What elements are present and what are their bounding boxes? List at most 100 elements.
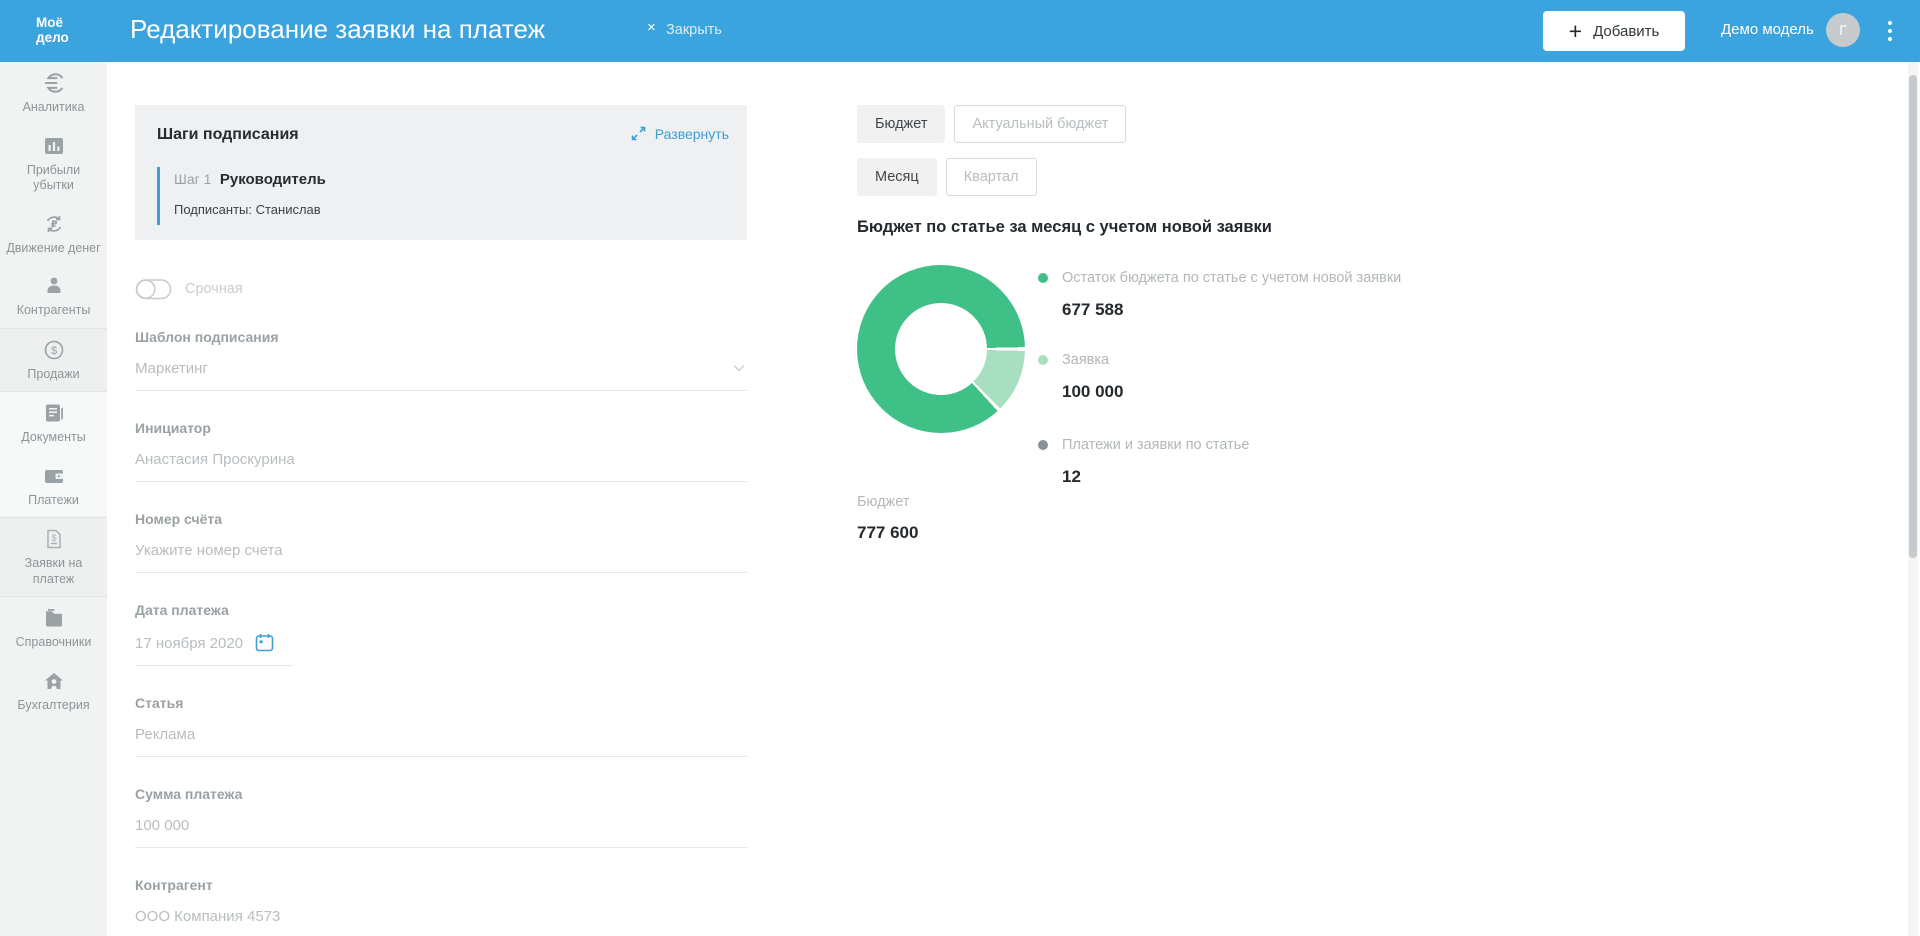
page-title: Редактирование заявки на платеж: [130, 14, 545, 45]
svg-text:₽: ₽: [50, 219, 57, 230]
tab-quarter[interactable]: Квартал: [946, 158, 1037, 196]
expand-label: Развернуть: [655, 126, 729, 142]
tab-month[interactable]: Месяц: [857, 158, 937, 196]
budget-type-tabs: Бюджет Актуальный бюджет: [857, 105, 1126, 143]
field-invoice-number: Номер счёта Укажите номер счета: [135, 511, 747, 573]
close-button[interactable]: Закрыть: [666, 22, 722, 38]
field-payment-amount: Сумма платежа 100 000: [135, 786, 747, 848]
field-signing-template: Шаблон подписания Маркетинг: [135, 329, 747, 391]
sidebar-label: Аналитика: [23, 100, 85, 116]
sidebar-item-profit-loss[interactable]: Прибыли убытки: [0, 125, 107, 203]
field-payment-date: Дата платежа 17 ноября 2020: [135, 602, 747, 666]
field-initiator: Инициатор Анастасия Проскурина: [135, 420, 747, 482]
field-label: Инициатор: [135, 420, 747, 436]
chart-title: Бюджет по статье за месяц с учетом новой…: [857, 218, 1272, 237]
field-label: Статья: [135, 695, 747, 711]
accounting-icon: [42, 669, 66, 693]
budget-total-value: 777 600: [857, 523, 918, 543]
sidebar: Аналитика Прибыли убытки ₽ Движение дене…: [0, 62, 107, 936]
sidebar-label: Документы: [21, 430, 85, 446]
close-icon[interactable]: ×: [647, 19, 656, 36]
sidebar-label: Справочники: [16, 635, 92, 651]
sidebar-item-payment-requests[interactable]: $ Заявки на платеж: [0, 517, 107, 597]
analytics-icon: [42, 71, 66, 95]
field-value-text: 100 000: [135, 817, 189, 834]
directories-icon: [42, 606, 66, 630]
sidebar-item-documents[interactable]: Документы: [0, 392, 107, 455]
sidebar-item-cash-flow[interactable]: ₽ Движение денег: [0, 203, 107, 266]
payments-icon: [42, 464, 66, 488]
budget-total: Бюджет 777 600: [857, 494, 918, 543]
avatar[interactable]: Г: [1826, 13, 1860, 47]
kebab-menu-icon[interactable]: [1886, 19, 1894, 43]
sidebar-label: Движение денег: [6, 241, 100, 257]
tab-actual-budget[interactable]: Актуальный бюджет: [954, 105, 1126, 143]
sidebar-item-counterparties[interactable]: Контрагенты: [0, 265, 107, 328]
expand-button[interactable]: Развернуть: [630, 125, 729, 142]
sidebar-label: Контрагенты: [17, 303, 91, 319]
logo-line1: Моё: [36, 15, 69, 30]
step-signers: Подписанты: Станислав: [174, 202, 326, 217]
chevron-down-icon: [733, 364, 745, 372]
sidebar-item-payments[interactable]: Платежи: [0, 455, 107, 518]
add-button[interactable]: + Добавить: [1543, 11, 1685, 51]
urgent-toggle-label: Срочная: [185, 281, 243, 297]
cash-flow-icon: ₽: [42, 212, 66, 236]
logo-line2: дело: [36, 30, 69, 45]
documents-icon: [42, 401, 66, 425]
sidebar-item-directories[interactable]: Справочники: [0, 597, 107, 660]
payment-requests-icon: $: [42, 527, 66, 551]
budget-total-label: Бюджет: [857, 494, 918, 510]
moe-delo-logo[interactable]: Моё дело: [36, 15, 69, 45]
payment-request-form: Шаги подписания Развернуть Шаг 1 Руковод…: [135, 105, 747, 936]
legend-item-request: Заявка 100 000: [1038, 352, 1123, 402]
sales-icon: $: [42, 338, 66, 362]
sidebar-item-analytics[interactable]: Аналитика: [0, 62, 107, 125]
scrollbar-thumb[interactable]: [1909, 75, 1917, 558]
legend-label: Платежи и заявки по статье: [1062, 437, 1249, 453]
initiator-input[interactable]: Анастасия Проскурина: [135, 451, 747, 482]
toggle-off-icon: [135, 278, 173, 300]
expand-icon: [630, 125, 647, 142]
field-value-text: Анастасия Проскурина: [135, 451, 295, 468]
field-label: Сумма платежа: [135, 786, 747, 802]
sidebar-label: Бухгалтерия: [17, 698, 89, 714]
field-label: Номер счёта: [135, 511, 747, 527]
step-number: Шаг 1: [174, 171, 211, 187]
sidebar-label: Прибыли убытки: [6, 163, 101, 194]
sidebar-item-accounting[interactable]: Бухгалтерия: [0, 660, 107, 723]
field-value-text: Реклама: [135, 726, 195, 743]
signing-step-1: Шаг 1 Руководитель Подписанты: Станислав: [157, 167, 326, 225]
article-input[interactable]: Реклама: [135, 726, 747, 757]
svg-text:$: $: [51, 533, 56, 543]
signing-template-select[interactable]: Маркетинг: [135, 360, 747, 391]
counterparty-input[interactable]: ООО Компания 4573: [135, 908, 747, 936]
calendar-icon[interactable]: [255, 633, 274, 652]
profit-loss-icon: [42, 134, 66, 158]
main-content: Шаги подписания Развернуть Шаг 1 Руковод…: [107, 62, 1920, 936]
invoice-number-input[interactable]: Укажите номер счета: [135, 542, 747, 573]
legend-dot-light-green: [1038, 355, 1048, 365]
field-label: Шаблон подписания: [135, 329, 747, 345]
payment-amount-input[interactable]: 100 000: [135, 817, 747, 848]
payment-date-input[interactable]: 17 ноября 2020: [135, 633, 293, 666]
field-value-text: ООО Компания 4573: [135, 908, 280, 925]
account-name[interactable]: Демо модель: [1721, 21, 1814, 38]
field-value-text: 17 ноября 2020: [135, 635, 243, 652]
field-label: Контрагент: [135, 877, 747, 893]
sidebar-label: Продажи: [27, 367, 79, 383]
legend-item-payments-count: Платежи и заявки по статье 12: [1038, 437, 1249, 487]
legend-value: 12: [1062, 467, 1249, 487]
app-header: Моё дело Редактирование заявки на платеж…: [0, 0, 1920, 62]
svg-text:$: $: [50, 345, 56, 357]
plus-icon: +: [1569, 21, 1582, 41]
step-role: Руководитель: [220, 171, 326, 188]
legend-value: 677 588: [1062, 300, 1401, 320]
field-value-text: Маркетинг: [135, 360, 208, 377]
sidebar-item-sales[interactable]: $ Продажи: [0, 328, 107, 393]
urgent-toggle[interactable]: Срочная: [135, 278, 747, 300]
tab-budget[interactable]: Бюджет: [857, 105, 945, 143]
counterparties-icon: [42, 274, 66, 298]
legend-value: 100 000: [1062, 382, 1123, 402]
field-counterparty: Контрагент ООО Компания 4573: [135, 877, 747, 936]
